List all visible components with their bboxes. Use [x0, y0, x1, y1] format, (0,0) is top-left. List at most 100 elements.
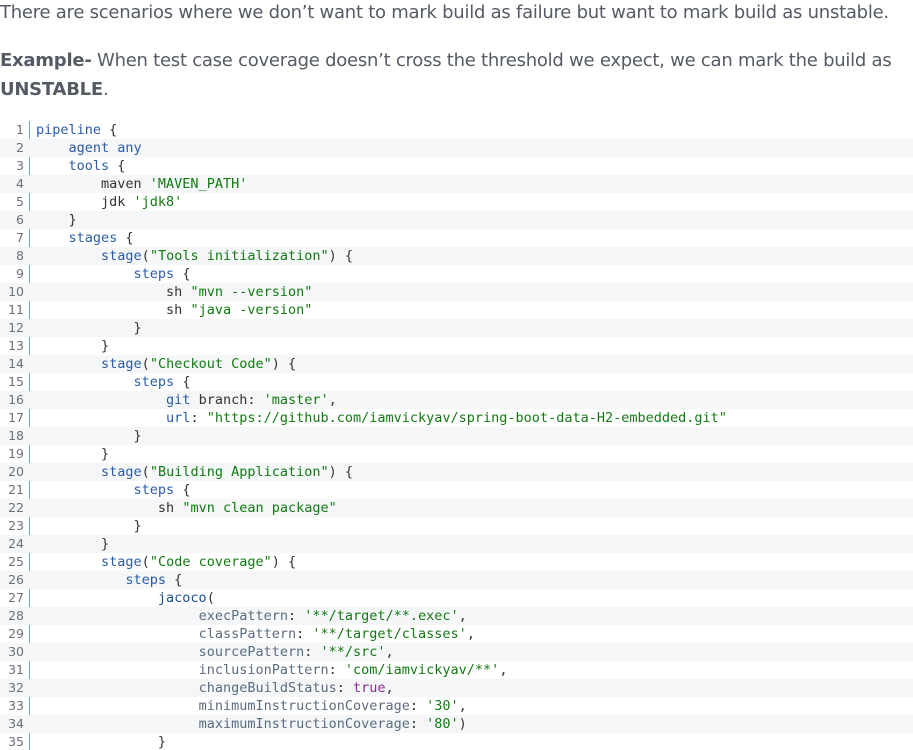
- line-number: 14: [8, 356, 24, 371]
- code-line: 11 sh "java -version": [0, 301, 913, 319]
- code-line: 23 }: [0, 517, 913, 535]
- code-line: 30 sourcePattern: '**/src',: [0, 643, 913, 661]
- intro-paragraph: There are scenarios where we don’t want …: [0, 2, 889, 23]
- line-number: 25: [8, 554, 24, 569]
- code-text: }: [36, 446, 110, 462]
- example-tail: .: [102, 79, 109, 100]
- code-line: 12 }: [0, 319, 913, 337]
- code-text: }: [36, 734, 167, 750]
- code-text: inclusionPattern: 'com/iamvickyav/**',: [198, 662, 508, 678]
- line-number: 23: [8, 518, 24, 533]
- line-number: 8: [16, 248, 24, 263]
- line-number: 31: [8, 662, 24, 677]
- code-text: stage("Building Application") {: [101, 464, 354, 480]
- code-text: steps {: [125, 572, 183, 588]
- code-text: stage("Code coverage") {: [101, 554, 297, 570]
- line-number: 26: [8, 572, 24, 587]
- line-number: 22: [8, 500, 24, 515]
- code-line: 34 maximumInstructionCoverage: '80'): [0, 715, 913, 733]
- code-line: 15 steps {: [0, 373, 913, 391]
- code-line: 33 minimumInstructionCoverage: '30',: [0, 697, 913, 715]
- code-line: 32 changeBuildStatus: true,: [0, 679, 913, 697]
- code-text: }: [36, 320, 142, 336]
- line-number: 27: [8, 590, 24, 605]
- code-line: 28 execPattern: '**/target/**.exec',: [0, 607, 913, 625]
- code-line: 10 sh "mvn --version": [0, 283, 913, 301]
- code-line: 9 steps {: [0, 265, 913, 283]
- code-text: stage("Tools initialization") {: [101, 248, 354, 264]
- code-line: 14 stage("Checkout Code") {: [0, 355, 913, 373]
- code-text: stage("Checkout Code") {: [101, 356, 297, 372]
- line-number: 6: [16, 212, 24, 227]
- code-text: steps {: [133, 266, 191, 282]
- code-text: tools {: [68, 158, 126, 174]
- code-text: execPattern: '**/target/**.exec',: [198, 608, 467, 624]
- code-block: 1 pipeline {2 agent any 3 tools {4 maven '…: [0, 121, 913, 750]
- code-text: changeBuildStatus: true,: [198, 680, 394, 696]
- line-number: 4: [16, 176, 24, 191]
- code-text: classPattern: '**/target/classes',: [198, 626, 475, 642]
- line-number: 13: [8, 338, 24, 353]
- line-number: 34: [8, 716, 24, 731]
- line-number: 3: [16, 158, 24, 173]
- line-number: 30: [8, 644, 24, 659]
- line-number: 32: [8, 680, 24, 695]
- line-number: 33: [8, 698, 24, 713]
- example-text: When test case coverage doesn’t cross th…: [91, 50, 892, 71]
- code-line: 16 git branch: 'master',: [0, 391, 913, 409]
- code-text: }: [36, 428, 142, 444]
- code-line: 6 }: [0, 211, 913, 229]
- code-line: 19 }: [0, 445, 913, 463]
- code-text: sourcePattern: '**/src',: [198, 644, 394, 660]
- code-text: git branch: 'master',: [166, 392, 337, 408]
- line-number: 21: [8, 482, 24, 497]
- code-text: url: "https://github.com/iamvickyav/spri…: [166, 410, 727, 426]
- example-label: Example-: [0, 50, 92, 71]
- code-line: 21 steps {: [0, 481, 913, 499]
- line-number: 28: [8, 608, 24, 623]
- code-line: 1 pipeline {: [0, 121, 913, 139]
- line-number: 5: [16, 194, 24, 209]
- example-paragraph: Example- When test case coverage doesn’t…: [0, 46, 892, 104]
- line-number: 35: [8, 734, 24, 749]
- line-number: 7: [16, 230, 24, 245]
- code-line: 4 maven 'MAVEN_PATH': [0, 175, 913, 193]
- line-number: 18: [8, 428, 24, 443]
- code-text: }: [36, 518, 142, 534]
- code-line: 18 }: [0, 427, 913, 445]
- line-number: 2: [16, 140, 24, 155]
- code-text: steps {: [133, 374, 191, 390]
- code-line: 25 stage("Code coverage") {: [0, 553, 913, 571]
- code-line: 22 sh "mvn clean package": [0, 499, 913, 517]
- code-line: 8 stage("Tools initialization") {: [0, 247, 913, 265]
- code-text: sh "mvn --version": [36, 284, 313, 300]
- code-line: 31 inclusionPattern: 'com/iamvickyav/**'…: [0, 661, 913, 679]
- code-text: maximumInstructionCoverage: '80'): [198, 716, 467, 732]
- line-number: 20: [8, 464, 24, 479]
- code-line: 35 }: [0, 733, 913, 750]
- code-line: 17 url: "https://github.com/iamvickyav/s…: [0, 409, 913, 427]
- code-line: 3 tools {: [0, 157, 913, 175]
- code-text: maven 'MAVEN_PATH': [36, 176, 248, 192]
- code-line: 26 steps {: [0, 571, 913, 589]
- line-number: 11: [8, 302, 24, 317]
- line-number: 17: [8, 410, 24, 425]
- line-number: 19: [8, 446, 24, 461]
- code-text: }: [36, 536, 110, 552]
- code-text: jdk 'jdk8': [36, 194, 183, 210]
- code-text: agent any: [68, 140, 142, 156]
- code-line: 7 stages {: [0, 229, 913, 247]
- code-text: sh "mvn clean package": [36, 500, 337, 516]
- line-number: 12: [8, 320, 24, 335]
- code-line: 29 classPattern: '**/target/classes',: [0, 625, 913, 643]
- code-line: 5 jdk 'jdk8': [0, 193, 913, 211]
- code-line: 13 }: [0, 337, 913, 355]
- line-number: 16: [8, 392, 24, 407]
- code-text: stages {: [68, 230, 134, 246]
- line-number: 24: [8, 536, 24, 551]
- line-number: 10: [8, 284, 24, 299]
- code-text: pipeline {: [36, 122, 118, 138]
- code-text: }: [36, 338, 110, 354]
- code-line: 24 }: [0, 535, 913, 553]
- code-line: 2 agent any: [0, 139, 913, 157]
